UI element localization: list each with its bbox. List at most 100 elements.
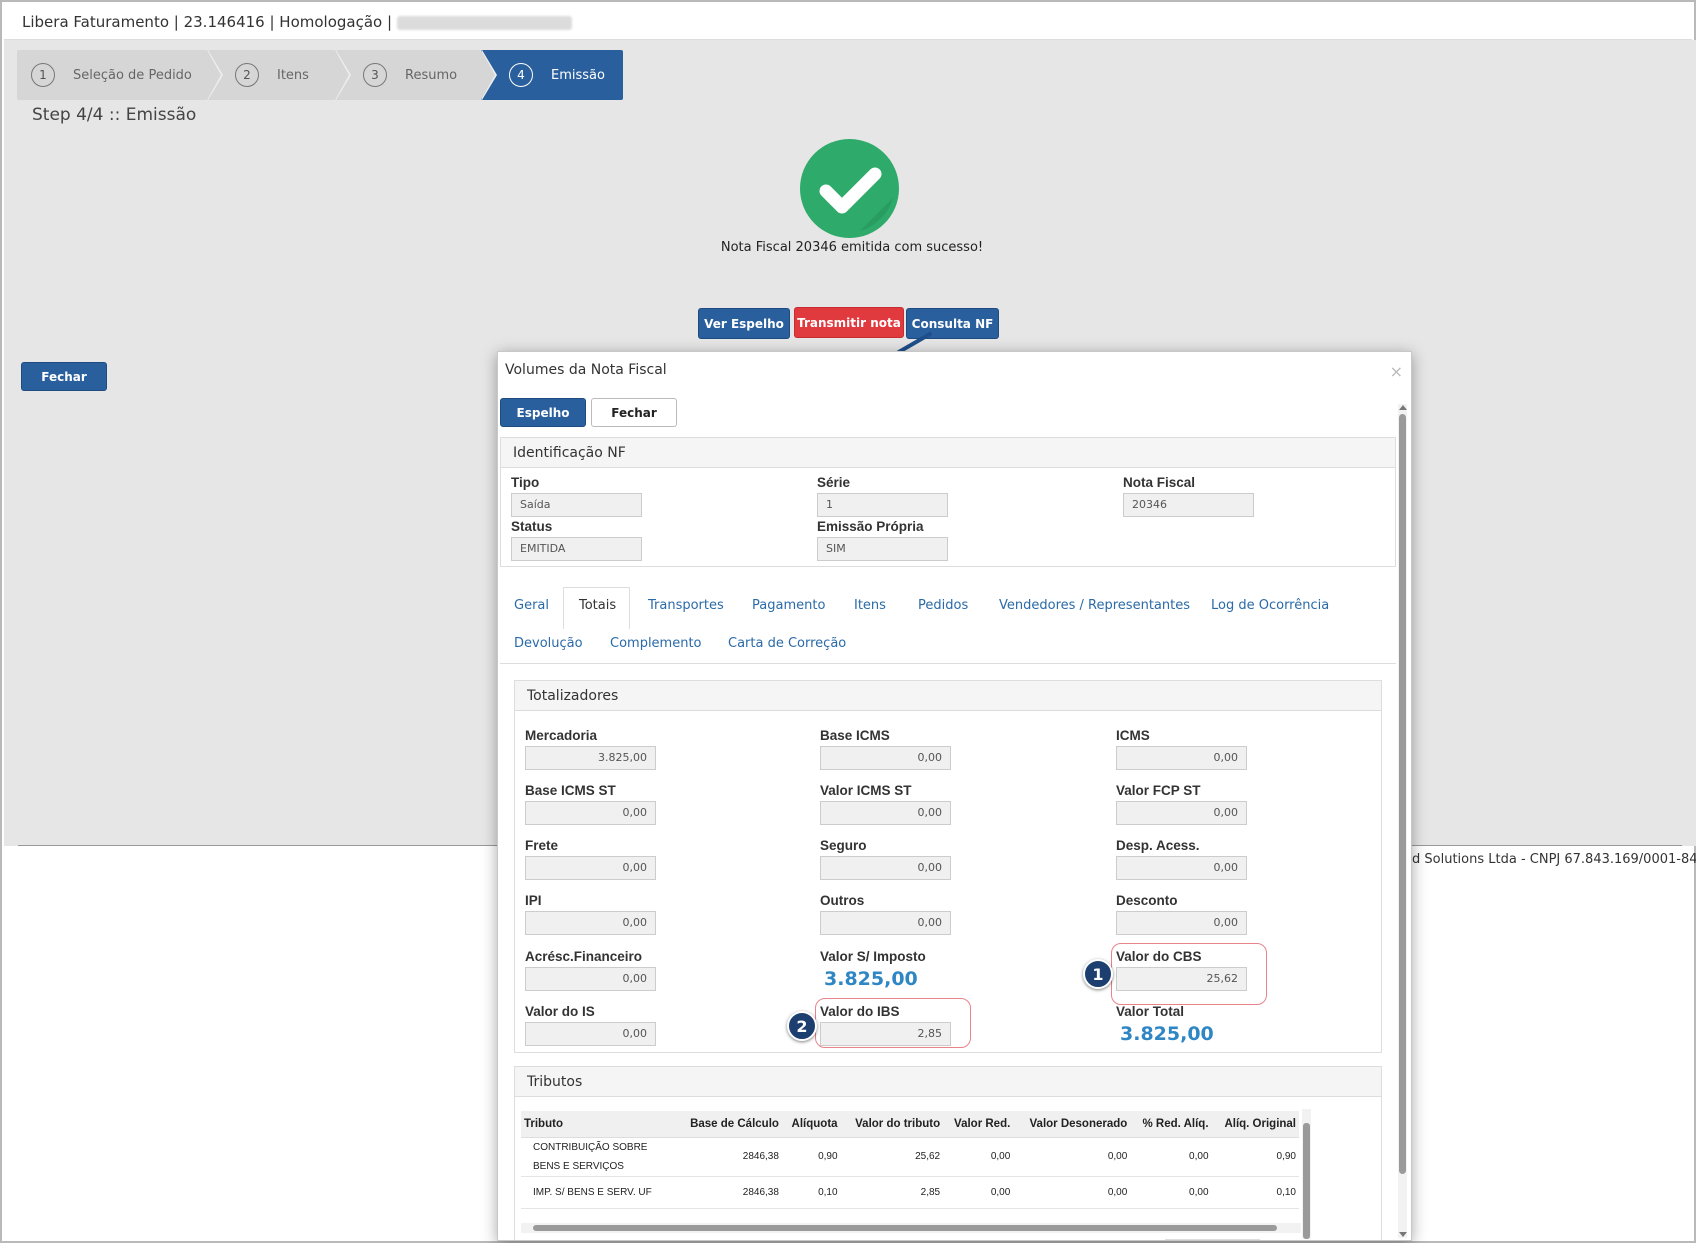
cell-base: 2846,38 [675,1176,782,1209]
base-icms-st-field[interactable]: 0,00 [525,801,656,825]
emissao-propria-label: Emissão Própria [817,519,924,534]
valor-icms-st-label: Valor ICMS ST [820,783,912,798]
step-label: Itens [277,67,309,83]
status-field[interactable]: EMITIDA [511,537,642,561]
valor-total-label: Valor Total [1116,1004,1185,1019]
table-hscroll[interactable] [521,1223,1301,1233]
ver-espelho-button[interactable]: Ver Espelho [698,308,790,339]
col-base-calculo[interactable]: Base de Cálculo [675,1111,782,1138]
identificacao-title: Identificação NF [501,438,1395,468]
desconto-field[interactable]: 0,00 [1116,911,1247,935]
tab-vendedores[interactable]: Vendedores / Representantes [999,598,1190,613]
col-red-aliq[interactable]: % Red. Alíq. [1130,1111,1212,1138]
tab-itens[interactable]: Itens [854,598,886,613]
cell-desonerado: 0,00 [1013,1176,1131,1209]
cell-tributo: IMP. S/ BENS E SERV. UF [521,1176,675,1209]
annotation-badge-1: 1 [1083,959,1113,989]
ipi-label: IPI [525,893,542,908]
wizard-step-selecao[interactable]: 1 Seleção de Pedido [17,50,223,100]
app-title: Libera Faturamento | 23.146416 | Homolog… [22,13,393,31]
cell-aliq-original: 0,90 [1211,1137,1299,1177]
tab-pagamento[interactable]: Pagamento [752,598,825,613]
tipo-field[interactable]: Saída [511,493,642,517]
cell-tributo: CONTRIBUIÇÃO SOBRE BENS E SERVIÇOS [521,1137,675,1177]
wizard-step-emissao[interactable]: 4 Emissão [481,50,623,100]
table-row[interactable]: IMP. S/ BENS E SERV. UF 2846,38 0,10 2,8… [521,1176,1299,1209]
step-label: Emissão [551,67,605,83]
desp-acess-field[interactable]: 0,00 [1116,856,1247,880]
valor-sem-imposto-label: Valor S/ Imposto [820,949,926,964]
cell-aliq-original: 0,10 [1211,1176,1299,1209]
close-icon[interactable]: × [1390,362,1403,381]
cell-desonerado: 0,00 [1013,1137,1131,1177]
cell-red-aliq: 0,00 [1130,1176,1212,1209]
tab-complemento[interactable]: Complemento [610,636,702,651]
col-tributo[interactable]: Tributo [521,1111,675,1138]
mercadoria-label: Mercadoria [525,728,598,743]
base-icms-st-label: Base ICMS ST [525,783,616,798]
frete-field[interactable]: 0,00 [525,856,656,880]
table-vscroll[interactable] [1302,1109,1311,1239]
tab-devolucao[interactable]: Devolução [514,636,583,651]
col-valor-desonerado[interactable]: Valor Desonerado [1013,1111,1131,1138]
col-aliquota[interactable]: Alíquota [781,1111,841,1138]
valor-fcp-st-label: Valor FCP ST [1116,783,1201,798]
tipo-label: Tipo [511,475,540,490]
modal-scrollbar[interactable] [1398,404,1407,1238]
footer-text: d Solutions Ltda - CNPJ 67.843.169/0001-… [1412,852,1696,867]
totalizadores-title: Totalizadores [515,681,1381,711]
ipi-field[interactable]: 0,00 [525,911,656,935]
valor-total-value: 3.825,00 [1120,1023,1214,1045]
wizard-step-itens[interactable]: 2 Itens [207,50,351,100]
tab-pedidos[interactable]: Pedidos [918,598,968,613]
seguro-field[interactable]: 0,00 [820,856,951,880]
cell-red-aliq: 0,00 [1130,1137,1212,1177]
emissao-propria-field[interactable]: SIM [817,537,948,561]
ibs-highlight [815,998,971,1048]
col-valor-red[interactable]: Valor Red. [943,1111,1014,1138]
frete-label: Frete [525,838,559,853]
tab-geral[interactable]: Geral [514,598,549,613]
app-header: Libera Faturamento | 23.146416 | Homolog… [4,4,1692,40]
tab-transportes[interactable]: Transportes [648,598,724,613]
cell-base: 2846,38 [675,1137,782,1177]
valor-icms-st-field[interactable]: 0,00 [820,801,951,825]
icms-label: ICMS [1116,728,1150,743]
valor-sem-imposto-value: 3.825,00 [824,968,918,990]
acresc-financeiro-field[interactable]: 0,00 [525,967,656,991]
valor-is-field[interactable]: 0,00 [525,1022,656,1046]
tab-totais[interactable]: Totais [579,598,616,613]
table-pager[interactable] [1165,1239,1260,1240]
desp-acess-label: Desp. Acess. [1116,838,1200,853]
modal-fechar-button[interactable]: Fechar [591,398,677,427]
acresc-financeiro-label: Acrésc.Financeiro [525,949,643,964]
base-icms-label: Base ICMS [820,728,890,743]
table-header-row: Tributo Base de Cálculo Alíquota Valor d… [521,1111,1299,1138]
step-label: Seleção de Pedido [73,67,192,83]
success-message: Nota Fiscal 20346 emitida com sucesso! [720,240,984,255]
base-icms-field[interactable]: 0,00 [820,746,951,770]
serie-field[interactable]: 1 [817,493,948,517]
col-valor-tributo[interactable]: Valor do tributo [840,1111,944,1138]
mercadoria-field[interactable]: 3.825,00 [525,746,656,770]
col-aliq-original[interactable]: Alíq. Original [1211,1111,1299,1138]
tab-carta-correcao[interactable]: Carta de Correção [728,636,846,651]
step-title: Step 4/4 :: Emissão [32,105,197,125]
cell-valor-red: 0,00 [943,1137,1014,1177]
wizard-step-resumo[interactable]: 3 Resumo [335,50,497,100]
seguro-label: Seguro [820,838,867,853]
cell-valor: 2,85 [840,1176,944,1209]
valor-fcp-st-field[interactable]: 0,00 [1116,801,1247,825]
cell-valor-red: 0,00 [943,1176,1014,1209]
espelho-button[interactable]: Espelho [500,398,586,427]
success-check-icon [800,139,899,238]
step-number: 1 [31,63,55,87]
icms-field[interactable]: 0,00 [1116,746,1247,770]
fechar-button[interactable]: Fechar [21,362,107,391]
volumes-modal: Volumes da Nota Fiscal × Espelho Fechar … [497,351,1412,1241]
outros-field[interactable]: 0,00 [820,911,951,935]
cell-aliquota: 0,10 [781,1176,841,1209]
table-row[interactable]: CONTRIBUIÇÃO SOBRE BENS E SERVIÇOS 2846,… [521,1137,1299,1177]
tab-log-ocorrencia[interactable]: Log de Ocorrência [1211,598,1329,613]
nota-fiscal-field[interactable]: 20346 [1123,493,1254,517]
